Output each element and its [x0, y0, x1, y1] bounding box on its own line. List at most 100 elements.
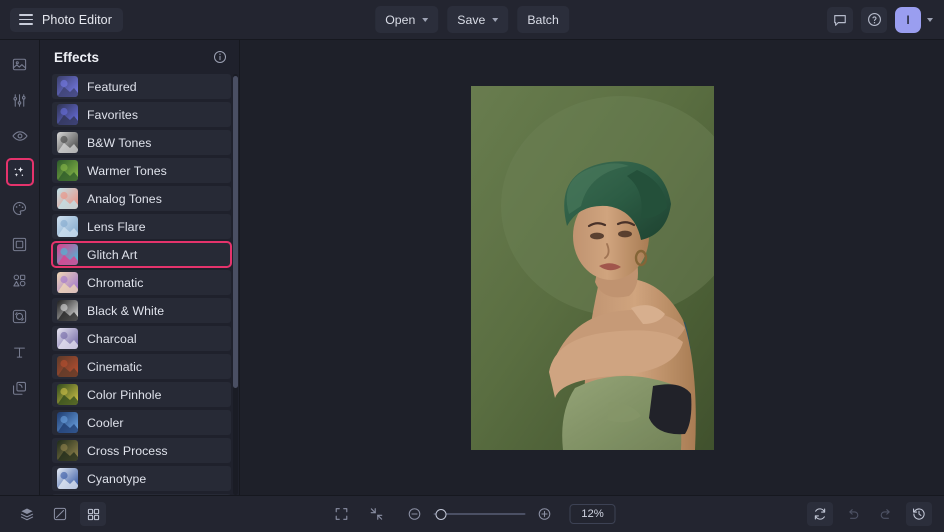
effect-list-item-label: Color Pinhole	[87, 388, 161, 402]
layers-icon	[11, 380, 28, 397]
text-icon	[11, 344, 28, 361]
effects-list: Featured Favorites B&W Tones Warmer Tones An…	[52, 74, 231, 495]
image-icon	[11, 56, 28, 73]
avatar-initial: I	[906, 13, 909, 27]
canvas-area	[240, 40, 944, 495]
hamburger-menu-icon	[19, 14, 33, 25]
sidebar-item-image[interactable]	[6, 50, 34, 78]
effect-list-item-label: Featured	[87, 80, 137, 94]
bottom-toolbar-center: 12%	[329, 502, 616, 526]
feedback-button[interactable]	[827, 7, 853, 33]
open-button-label: Open	[385, 13, 415, 27]
effects-list-container[interactable]: Featured Favorites B&W Tones Warmer Tones An…	[40, 74, 239, 495]
redo-button[interactable]	[873, 502, 899, 526]
effect-list-item[interactable]: Cyanotype	[52, 466, 231, 491]
bottom-toolbar: 12%	[0, 495, 944, 532]
save-button[interactable]: Save	[447, 6, 508, 33]
open-button[interactable]: Open	[375, 6, 438, 33]
bottom-toolbar-left	[14, 502, 106, 526]
effects-scrollbar-thumb[interactable]	[233, 76, 238, 388]
zoom-in-button[interactable]	[532, 502, 558, 526]
avatar[interactable]: I	[895, 7, 921, 33]
effect-list-item[interactable]: Charcoal	[52, 326, 231, 351]
canvas-stage[interactable]	[240, 40, 944, 495]
effect-list-item[interactable]: Featured	[52, 74, 231, 99]
effect-list-item-label: Warmer Tones	[87, 164, 167, 178]
effect-list-item[interactable]: Favorites	[52, 102, 231, 127]
effects-panel-header: Effects	[40, 40, 239, 74]
redo-icon	[878, 506, 894, 522]
effect-thumbnail-film-strip-icon	[57, 356, 78, 377]
sidebar-item-layers[interactable]	[6, 374, 34, 402]
zoom-level-value[interactable]: 12%	[570, 504, 616, 524]
photo-editor-app: Photo Editor Open Save Batch	[0, 0, 944, 532]
sidebar-item-retouch[interactable]	[6, 122, 34, 150]
history-button[interactable]	[906, 502, 932, 526]
sidebar-item-frames[interactable]	[6, 230, 34, 258]
effect-thumbnail-cyano-fern-icon	[57, 468, 78, 489]
effect-list-item-label: Cross Process	[87, 444, 168, 458]
account-chevron-down-icon[interactable]	[927, 18, 933, 22]
page-title: Effects	[54, 50, 99, 65]
grid-button[interactable]	[80, 502, 106, 526]
effect-list-item[interactable]: Chromatic	[52, 270, 231, 295]
portrait-photo-image	[471, 86, 714, 450]
question-circle-icon	[867, 12, 882, 27]
fit-to-screen-button[interactable]	[329, 502, 355, 526]
sidebar-item-shapes[interactable]	[6, 266, 34, 294]
photo-canvas[interactable]	[471, 86, 714, 450]
sidebar-item-overlay[interactable]	[6, 302, 34, 330]
app-title: Photo Editor	[42, 13, 112, 27]
fit-to-screen-icon	[334, 506, 350, 522]
effect-list-item-label: Analog Tones	[87, 192, 162, 206]
undo-button[interactable]	[840, 502, 866, 526]
effect-thumbnail-star-icon	[57, 104, 78, 125]
effects-panel: Effects Featured Favorites B&W Tones Warmer…	[40, 40, 240, 495]
effect-list-item[interactable]: Color Pinhole	[52, 382, 231, 407]
effect-thumbnail-charcoal-sketch-icon	[57, 328, 78, 349]
zoom-slider[interactable]	[434, 507, 526, 521]
effect-thumbnail-chromatic-eye-icon	[57, 272, 78, 293]
effect-thumbnail-glitch-color-icon	[57, 244, 78, 265]
zoom-out-button[interactable]	[402, 502, 428, 526]
tool-rail	[0, 40, 40, 495]
batch-button[interactable]: Batch	[517, 6, 568, 33]
reset-button[interactable]	[807, 502, 833, 526]
actual-size-button[interactable]	[364, 502, 390, 526]
layers-button[interactable]	[14, 502, 40, 526]
effect-list-item[interactable]: Glitch Art	[52, 242, 231, 267]
effect-list-item[interactable]: Lens Flare	[52, 214, 231, 239]
collapse-icon	[369, 506, 385, 522]
sidebar-item-color[interactable]	[6, 194, 34, 222]
eye-icon	[11, 127, 29, 145]
compare-button[interactable]	[47, 502, 73, 526]
help-button[interactable]	[861, 7, 887, 33]
chevron-down-icon	[422, 18, 428, 22]
zoom-controls	[402, 502, 558, 526]
top-toolbar-center: Open Save Batch	[375, 6, 569, 33]
overlay-icon	[11, 308, 28, 325]
effect-thumbnail-palm-leaves-icon	[57, 160, 78, 181]
effect-list-item[interactable]: Warmer Tones	[52, 158, 231, 183]
effects-info-button[interactable]	[213, 50, 227, 64]
effect-list-item[interactable]: Analog Tones	[52, 186, 231, 211]
sidebar-item-text[interactable]	[6, 338, 34, 366]
effect-thumbnail-flamingo-icon	[57, 188, 78, 209]
effect-thumbnail-cross-portrait-icon	[57, 440, 78, 461]
minus-circle-icon	[407, 506, 423, 522]
sparkles-icon	[11, 164, 28, 181]
sidebar-item-effects[interactable]	[6, 158, 34, 186]
app-menu-button[interactable]: Photo Editor	[10, 8, 123, 32]
effect-list-item-label: Lens Flare	[87, 220, 146, 234]
effect-list-item[interactable]: B&W Tones	[52, 130, 231, 155]
zoom-slider-knob[interactable]	[435, 509, 446, 520]
effects-scrollbar[interactable]	[233, 74, 238, 495]
effect-list-item[interactable]: Black & White	[52, 298, 231, 323]
undo-icon	[845, 506, 861, 522]
effect-list-item-label: Favorites	[87, 108, 138, 122]
effect-list-item[interactable]: Cinematic	[52, 354, 231, 379]
effect-list-item[interactable]: Cross Process	[52, 438, 231, 463]
plus-circle-icon	[537, 506, 553, 522]
sidebar-item-adjust[interactable]	[6, 86, 34, 114]
effect-list-item[interactable]: Cooler	[52, 410, 231, 435]
